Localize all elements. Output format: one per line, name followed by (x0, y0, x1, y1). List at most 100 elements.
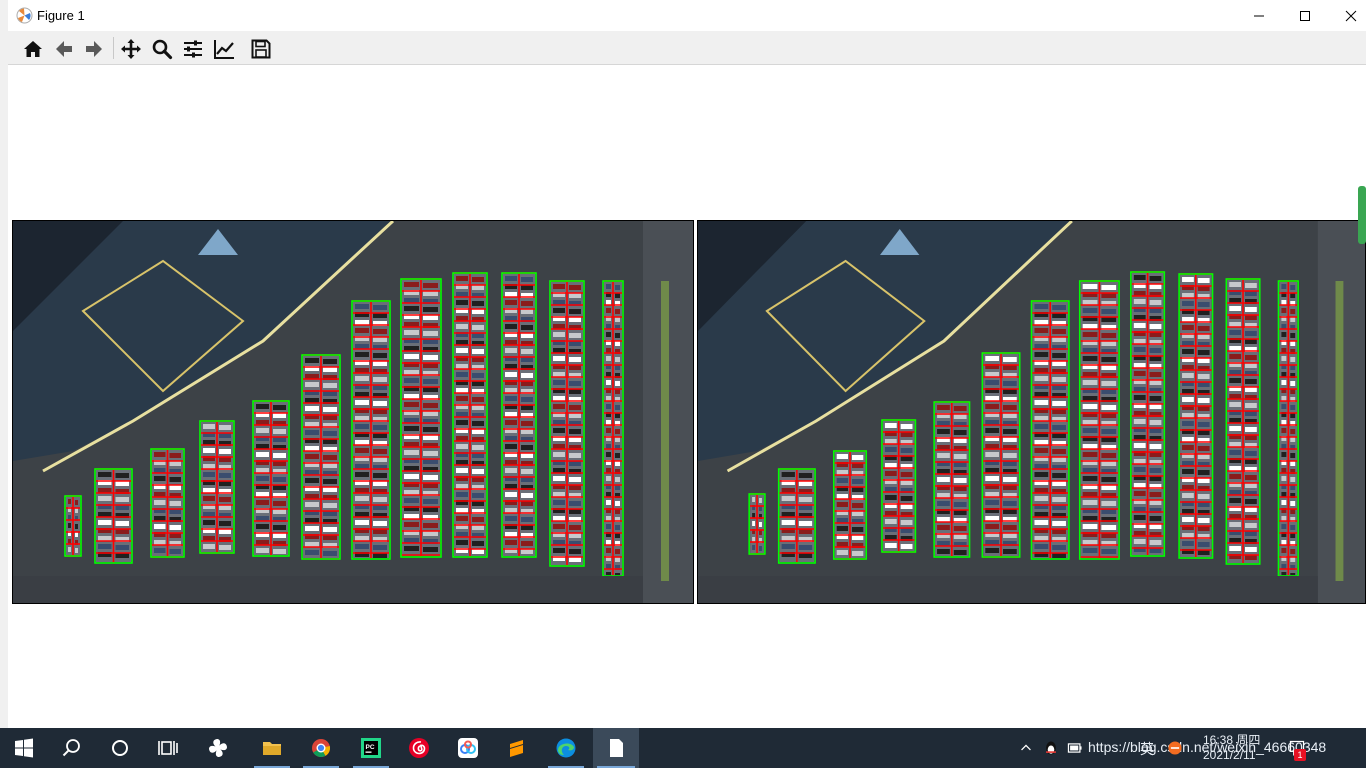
car (1149, 420, 1162, 425)
car (1002, 405, 1017, 410)
taskbar-pinwheel-app[interactable] (194, 728, 242, 768)
close-button[interactable] (1328, 0, 1366, 31)
search-button[interactable] (48, 728, 96, 768)
scrollbar-thumb[interactable] (1358, 186, 1366, 244)
car (937, 549, 950, 554)
maximize-button[interactable] (1282, 0, 1328, 31)
configure-subplots-button[interactable] (179, 35, 207, 63)
tray-qq[interactable] (1040, 728, 1062, 768)
car (900, 448, 913, 453)
car (423, 499, 438, 504)
car (884, 423, 897, 428)
car (273, 405, 286, 410)
start-button[interactable] (0, 728, 48, 768)
task-view-button[interactable] (144, 728, 192, 768)
tray-expand-button[interactable] (1016, 728, 1036, 768)
taskbar-baidu-netdisk[interactable] (446, 728, 490, 768)
car (305, 454, 319, 459)
car (472, 517, 484, 522)
taskbar-file-explorer[interactable] (250, 728, 294, 768)
tray-battery[interactable] (1064, 728, 1086, 768)
taskbar-netease-music[interactable] (397, 728, 441, 768)
clock-date[interactable]: 2021/2/11 (1203, 748, 1256, 762)
car (1281, 308, 1287, 313)
car (1281, 524, 1287, 529)
title-bar[interactable]: Figure 1 (8, 0, 1366, 31)
car (1133, 515, 1146, 520)
cortana-button[interactable] (96, 728, 144, 768)
sliders-icon (184, 40, 202, 58)
taskbar-sublime-text[interactable] (495, 728, 539, 768)
car (521, 325, 533, 330)
car (456, 324, 468, 329)
car (1290, 309, 1296, 314)
tray-sogou[interactable] (1164, 728, 1186, 768)
car (615, 333, 620, 338)
clock-time[interactable]: 16:38 周四 (1203, 731, 1260, 748)
close-icon (1345, 10, 1357, 21)
car (115, 497, 129, 502)
car (373, 377, 387, 382)
home-button[interactable] (19, 35, 47, 63)
car (937, 429, 950, 434)
left-image-panel[interactable] (12, 220, 694, 604)
figure-canvas[interactable] (8, 66, 1366, 728)
notification-center-button[interactable] (1286, 728, 1308, 768)
car (404, 306, 419, 311)
car (1229, 546, 1242, 551)
car (985, 476, 1000, 481)
zoom-button[interactable] (148, 35, 176, 63)
car (472, 421, 484, 426)
car (404, 402, 419, 407)
car (606, 428, 611, 433)
car (1229, 474, 1242, 479)
car (1034, 376, 1049, 381)
car (1101, 525, 1117, 530)
taskbar-edge[interactable] (544, 728, 588, 768)
car (1149, 372, 1162, 377)
car (505, 396, 517, 401)
pan-button[interactable] (117, 35, 145, 63)
forward-button[interactable] (80, 35, 108, 63)
car (219, 545, 231, 550)
car (615, 357, 620, 362)
task-view-icon (158, 741, 178, 755)
car (1052, 329, 1066, 334)
car (1082, 332, 1098, 337)
car (1182, 469, 1194, 474)
car (273, 477, 286, 482)
minimize-button[interactable] (1236, 0, 1282, 31)
save-button[interactable] (247, 35, 275, 63)
car (836, 454, 849, 459)
right-image-panel[interactable] (697, 220, 1366, 604)
car (569, 549, 581, 554)
car (1229, 282, 1242, 287)
car (404, 498, 419, 503)
taskbar-chrome[interactable] (299, 728, 343, 768)
taskbar-pycharm[interactable]: PC (349, 728, 393, 768)
car (1002, 525, 1017, 530)
back-button[interactable] (50, 35, 78, 63)
car (115, 545, 129, 550)
ime-indicator[interactable]: 英 (1140, 739, 1154, 759)
car (1149, 444, 1162, 449)
notification-badge: 1 (1294, 749, 1306, 761)
car (1281, 332, 1287, 337)
car (1290, 525, 1296, 530)
car (1197, 470, 1210, 475)
car (219, 521, 231, 526)
car (305, 550, 319, 555)
edit-axes-button[interactable] (210, 35, 238, 63)
car (1101, 309, 1117, 314)
chrome-icon (312, 739, 331, 758)
car (472, 325, 484, 330)
car (1245, 331, 1257, 336)
car (521, 541, 533, 546)
car (521, 445, 533, 450)
car (798, 473, 813, 478)
taskbar-document-app[interactable] (593, 728, 639, 768)
car (569, 501, 581, 506)
car (937, 453, 950, 458)
car (456, 540, 468, 545)
car (1229, 498, 1242, 503)
